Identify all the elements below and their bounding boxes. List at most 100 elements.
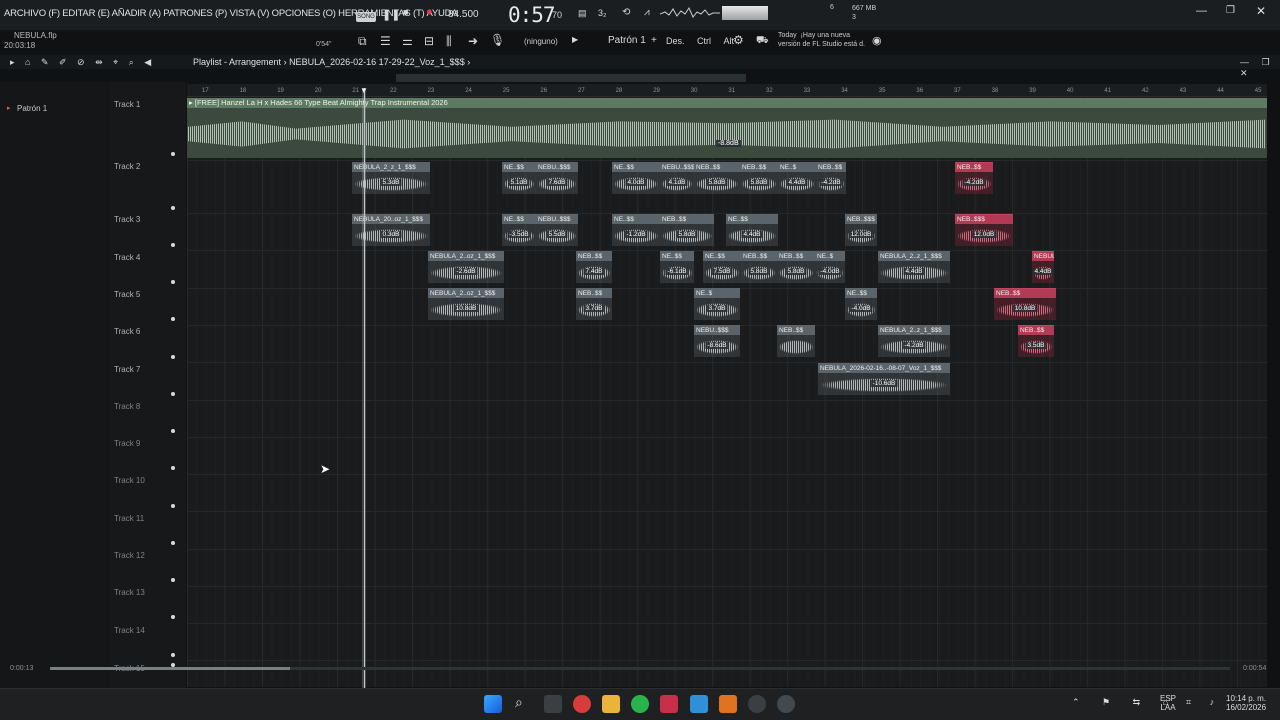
audio-clip[interactable]: NEB..$$ -4.2dB bbox=[955, 162, 993, 194]
audio-clip[interactable]: NEB..$$ 5.8dB bbox=[660, 214, 714, 246]
fl-studio-icon[interactable] bbox=[719, 695, 737, 713]
track-label[interactable]: Track 12 bbox=[114, 551, 145, 560]
search-icon[interactable]: ⌕ bbox=[515, 694, 523, 711]
clip-name[interactable]: NE..$$ bbox=[502, 163, 536, 172]
clip-name[interactable]: NEB..$$ bbox=[660, 215, 714, 224]
audio-clip[interactable]: NE..$ 3.7dB bbox=[694, 288, 740, 320]
add-pattern-icon[interactable]: + bbox=[651, 35, 657, 46]
clip-name[interactable]: NEBU..$$$ bbox=[536, 215, 578, 224]
pause-icon[interactable]: ❚❚ bbox=[382, 8, 400, 21]
audio-clip[interactable]: NE..$$ 4.4dB bbox=[726, 214, 778, 246]
audio-clip[interactable]: NEB..$$ 5.8dB bbox=[777, 251, 815, 283]
clip-name[interactable]: NEB..$$ bbox=[740, 163, 778, 172]
media-player-icon[interactable] bbox=[777, 695, 795, 713]
track-label[interactable]: Track 13 bbox=[114, 588, 145, 597]
microphone-icon[interactable]: 🎙 bbox=[490, 33, 505, 47]
clip-name[interactable]: NE..$$ bbox=[845, 289, 877, 298]
arrangement-name[interactable]: NEBULA_2026-02-16 17-29-22_Voz_1_$$$ bbox=[289, 57, 465, 67]
track-label[interactable]: Track 7 bbox=[114, 365, 140, 374]
keyboard-icon[interactable]: ▤ bbox=[578, 8, 587, 19]
news-panel[interactable]: Today ¡Hay una nueva versión de FL Studi… bbox=[778, 31, 865, 49]
track-label[interactable]: Track 9 bbox=[114, 439, 140, 448]
track-mute-dot[interactable] bbox=[171, 392, 175, 396]
track-label[interactable]: Track 10 bbox=[114, 476, 145, 485]
cart-icon[interactable]: ⛟ bbox=[756, 35, 769, 48]
clip-name[interactable]: NEBULA_2..z_1_$$$ bbox=[878, 252, 950, 261]
audio-clip[interactable]: NEBULA_2..oz_1_$$$ 10.8dB bbox=[428, 288, 504, 320]
audio-clip[interactable]: NEB..$$ 5.8dB bbox=[740, 162, 778, 194]
app-grey-icon[interactable] bbox=[748, 695, 766, 713]
audio-clip[interactable]: NE..$$ 4.0dB bbox=[612, 162, 660, 194]
audio-clip[interactable]: NE..$$ 7.5dB bbox=[703, 251, 741, 283]
track-label[interactable]: Track 1 bbox=[114, 100, 140, 109]
app-blue-icon[interactable] bbox=[690, 695, 708, 713]
audio-clip[interactable]: NEBU..$$$ -8.6dB bbox=[694, 325, 740, 357]
clip-name[interactable]: NEBU..$$$ bbox=[660, 163, 694, 172]
clip-name[interactable]: NEB..$$ bbox=[955, 163, 993, 172]
audio-clip[interactable]: NE..$$ -4.0dB bbox=[845, 288, 877, 320]
clip-name[interactable]: NEB..$$ bbox=[777, 252, 815, 261]
clip-name[interactable]: NEBULA_2..oz_1_$$$ bbox=[428, 289, 504, 298]
clip-name[interactable]: NEBU..$$$ bbox=[536, 163, 578, 172]
gear-icon[interactable]: ⚙ bbox=[733, 33, 744, 47]
stop-icon[interactable]: ■ bbox=[403, 7, 408, 17]
playlist-window-controls[interactable]: — ❐ ✕ bbox=[1240, 57, 1280, 79]
audio-clip[interactable]: NEBU..$$$ 5.5dB bbox=[536, 214, 578, 246]
mode-ctrl[interactable]: Ctrl bbox=[697, 36, 711, 46]
clip-name[interactable]: NEBULA_2026-02-16..-08-07_Voz_1_$$$ bbox=[818, 364, 950, 373]
audio-clip[interactable]: NEB..$$ 3.7dB bbox=[576, 288, 612, 320]
maximize-icon[interactable]: ❐ bbox=[1226, 5, 1235, 16]
pattern-selector[interactable]: Patrón 1 bbox=[608, 35, 646, 46]
clip-name[interactable]: NE..$$ bbox=[703, 252, 741, 261]
track-mute-dot[interactable] bbox=[171, 152, 175, 156]
audio-clip[interactable]: NEBU..$$$ 7.6dB bbox=[536, 162, 578, 194]
audio-clip[interactable]: NEB..$$$ 12.0dB bbox=[845, 214, 877, 246]
audio-clip[interactable]: NEBULA_2..z_1_$$$ -4.2dB bbox=[878, 325, 950, 357]
track-mute-dot[interactable] bbox=[171, 355, 175, 359]
playhead-marker-icon[interactable]: ▼ bbox=[360, 86, 368, 95]
track-mute-dot[interactable] bbox=[171, 243, 175, 247]
horizontal-scroll-thumb[interactable] bbox=[50, 667, 290, 670]
none-selector[interactable]: (ninguno) bbox=[524, 37, 558, 46]
audio-clip[interactable]: NEB..$$ 5.8dB bbox=[741, 251, 777, 283]
clip-name[interactable]: NEB..$$ bbox=[777, 326, 815, 335]
close-icon[interactable]: ✕ bbox=[1256, 4, 1266, 18]
tempo-display[interactable]: 84.500 bbox=[448, 9, 479, 20]
audio-clip[interactable]: NEBULA_2..z_1_$$$ 4.4dB bbox=[878, 251, 950, 283]
clip-name[interactable]: NE..$$ bbox=[726, 215, 778, 224]
app-magenta-icon[interactable] bbox=[660, 695, 678, 713]
folder-icon[interactable] bbox=[602, 695, 620, 713]
audio-clip[interactable]: NEB..$$ 5.8dB bbox=[694, 162, 740, 194]
clip-name[interactable]: NEB..$$ bbox=[741, 252, 777, 261]
audio-clip[interactable]: NEB..$$ 7.4dB bbox=[576, 251, 612, 283]
track-mute-dot[interactable] bbox=[171, 206, 175, 210]
audio-clip[interactable]: NEBULA_2..oz_1_$$$ -2.6dB bbox=[428, 251, 504, 283]
audio-clip[interactable]: NEB..$$$ 12.0dB bbox=[955, 214, 1013, 246]
network-volume-icons[interactable]: ⌗ ♪ bbox=[1186, 697, 1222, 708]
audio-clip[interactable]: NE..$$ -6.1dB bbox=[660, 251, 694, 283]
channel-rack-icon[interactable]: ⚌ bbox=[402, 34, 413, 48]
arrangement-scroll[interactable] bbox=[396, 74, 746, 82]
track-label[interactable]: Track 4 bbox=[114, 253, 140, 262]
track-mute-dot[interactable] bbox=[171, 466, 175, 470]
song-mode-badge[interactable]: SONG bbox=[356, 12, 376, 22]
taskbar-clock[interactable]: 10:14 p. m. 16/02/2026 bbox=[1226, 694, 1266, 712]
track-label[interactable]: Track 14 bbox=[114, 626, 145, 635]
playlist-icon[interactable]: ⧉ bbox=[358, 34, 367, 49]
track-label[interactable]: Track 8 bbox=[114, 402, 140, 411]
audio-clip[interactable]: NE..$$ -1.2dB bbox=[612, 214, 660, 246]
track-mute-dot[interactable] bbox=[171, 317, 175, 321]
clip-name[interactable]: NEB..$$$ bbox=[845, 215, 877, 224]
playhead[interactable] bbox=[364, 88, 365, 688]
track-mute-dot[interactable] bbox=[171, 578, 175, 582]
audio-clip[interactable]: NEB..$$ -4.2dB bbox=[816, 162, 846, 194]
record-icon[interactable]: ● bbox=[426, 6, 433, 18]
clip-name[interactable]: NEB..$$$ bbox=[955, 215, 1013, 224]
app-red-icon[interactable] bbox=[573, 695, 591, 713]
clip-name[interactable]: NE..$ bbox=[815, 252, 845, 261]
clip-name[interactable]: NE..$$ bbox=[612, 215, 660, 224]
metronome-icon[interactable]: ⩘ bbox=[644, 7, 650, 18]
windows-start-icon[interactable] bbox=[484, 695, 502, 713]
audio-clip[interactable]: NEBULA_2..z_1_$$$ 4.4dB bbox=[1032, 251, 1054, 283]
track-label[interactable]: Track 11 bbox=[114, 514, 144, 523]
